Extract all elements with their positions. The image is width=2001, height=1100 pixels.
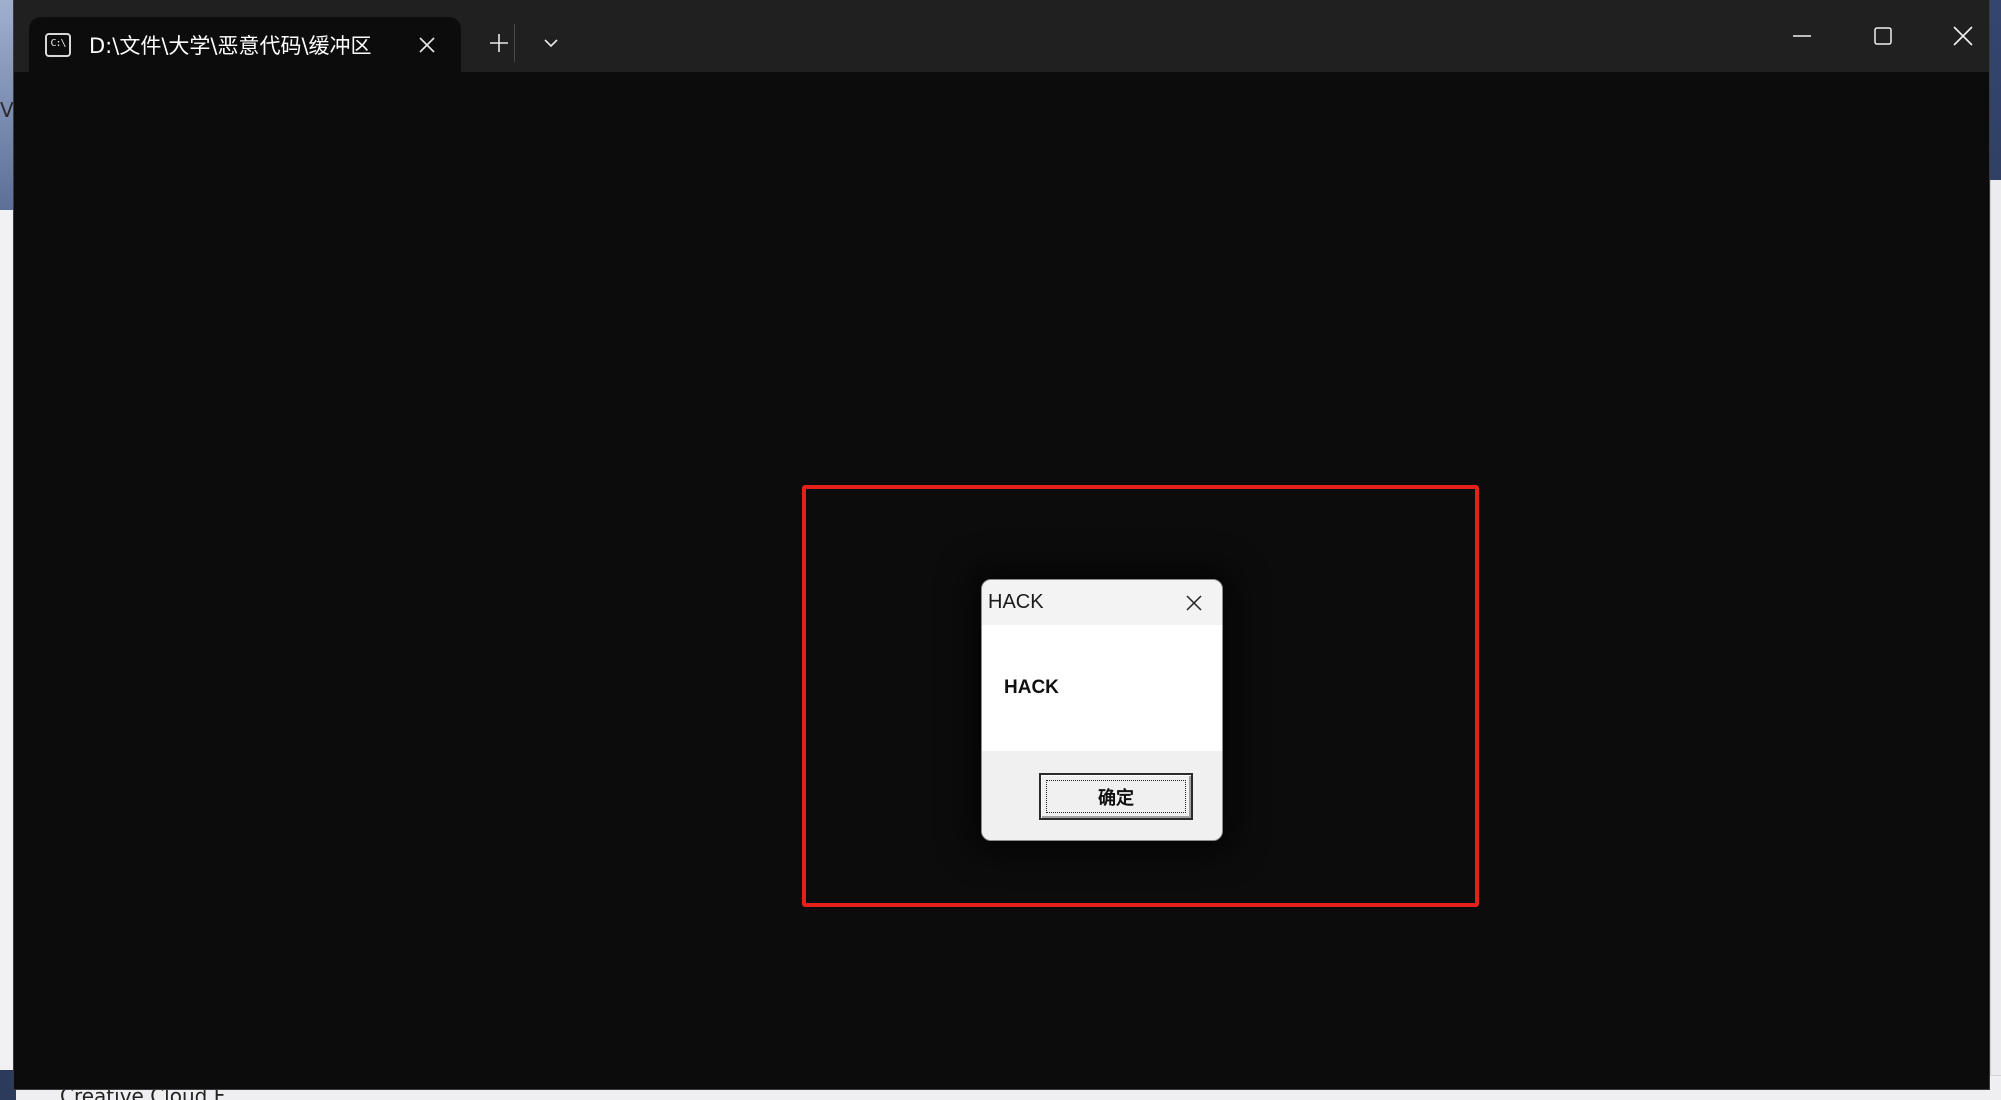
terminal-tab[interactable]: C:\ D:\文件\大学\恶意代码\缓冲区 — [29, 17, 461, 72]
terminal-titlebar[interactable]: C:\ D:\文件\大学\恶意代码\缓冲区 — [14, 0, 1989, 72]
dialog-footer: 确定 — [982, 751, 1222, 840]
dialog-message: HACK — [1004, 677, 1059, 698]
dialog-title: HACK — [988, 591, 1044, 613]
titlebar-divider — [514, 24, 515, 62]
new-tab-plus-icon[interactable] — [476, 20, 522, 66]
minimize-icon[interactable] — [1762, 0, 1842, 72]
background-window-text: V — [0, 98, 14, 122]
dialog-body: HACK — [982, 625, 1222, 751]
tab-close-icon[interactable] — [407, 25, 447, 65]
tab-dropdown-chevron-down-icon[interactable] — [528, 20, 574, 66]
dialog-titlebar[interactable]: HACK — [982, 580, 1222, 625]
ok-button[interactable]: 确定 — [1039, 773, 1193, 820]
maximize-icon[interactable] — [1843, 0, 1923, 72]
dialog-close-icon[interactable] — [1174, 584, 1214, 622]
ok-button-label: 确定 — [1098, 787, 1134, 809]
tab-title: D:\文件\大学\恶意代码\缓冲区 — [89, 33, 372, 58]
command-prompt-icon: C:\ — [45, 32, 71, 57]
background-window-right-edge — [1990, 180, 2001, 1100]
message-box-dialog: HACK HACK 确定 — [981, 579, 1223, 841]
close-window-icon[interactable] — [1923, 0, 1989, 72]
